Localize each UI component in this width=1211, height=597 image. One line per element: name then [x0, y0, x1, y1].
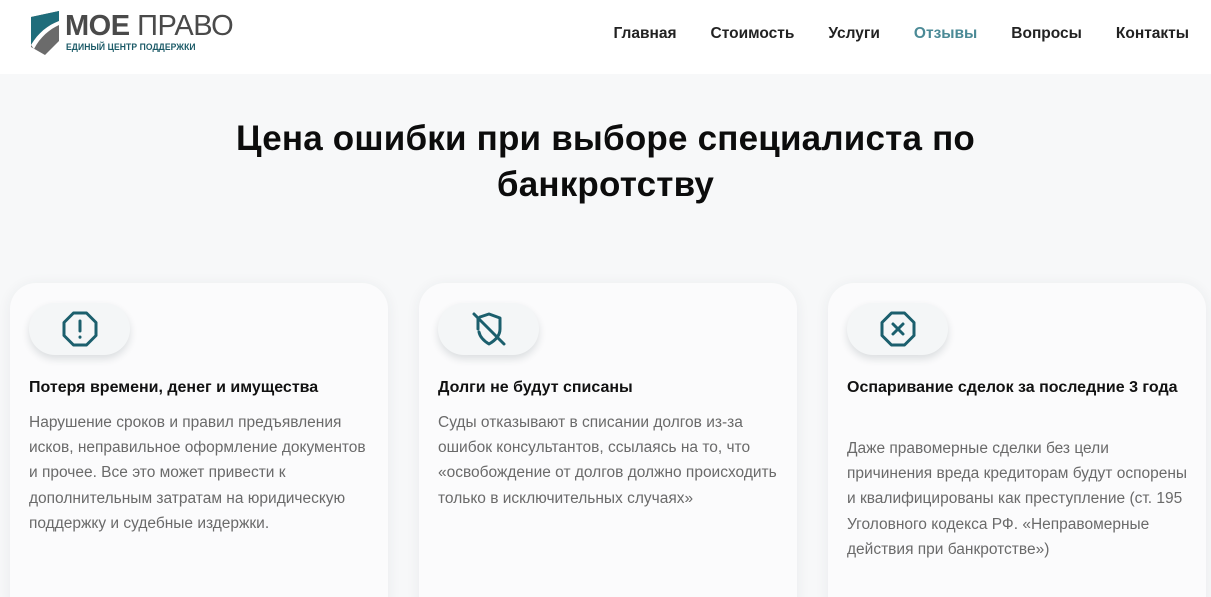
card-text: Даже правомерные сделки без цели причине…: [847, 440, 1188, 558]
card-text: Суды отказывают в списании долгов из-за …: [438, 414, 777, 507]
section-title: Цена ошибки при выборе специалиста по ба…: [0, 116, 1211, 208]
nav-item-faq[interactable]: Вопросы: [977, 24, 1082, 44]
logo-title: МОЕ ПРАВО: [65, 10, 234, 42]
nav-item-pricing[interactable]: Стоимость: [677, 24, 795, 44]
risk-card-time-money: Потеря времени, денег и имущества Наруше…: [10, 283, 388, 597]
card-icon-badge: [29, 303, 130, 355]
card-title: Потеря времени, денег и имущества: [29, 379, 319, 396]
nav-item-services[interactable]: Услуги: [794, 24, 880, 44]
card-icon-badge: [847, 303, 948, 355]
main-nav: Главная Стоимость Услуги Отзывы Вопросы …: [579, 24, 1189, 44]
nav-item-home[interactable]: Главная: [579, 24, 676, 44]
nav-item-contacts[interactable]: Контакты: [1082, 24, 1189, 44]
card-icon-badge: [438, 303, 539, 355]
logo-shield-icon: [31, 11, 59, 55]
nav-item-reviews[interactable]: Отзывы: [880, 24, 977, 44]
card-text: Нарушение сроков и правил предъявления и…: [29, 414, 366, 532]
alert-octagon-icon: [62, 311, 97, 347]
section-title-line-2: банкротству: [496, 165, 715, 204]
site-header: МОЕ ПРАВО ЕДИНЫЙ ЦЕНТР ПОДДЕРЖКИ Главная…: [0, 0, 1211, 74]
site-logo[interactable]: МОЕ ПРАВО ЕДИНЫЙ ЦЕНТР ПОДДЕРЖКИ: [30, 11, 240, 57]
section-title-line-1: Цена ошибки при выборе специалиста по: [236, 119, 975, 158]
logo-subtitle: ЕДИНЫЙ ЦЕНТР ПОДДЕРЖКИ: [66, 42, 196, 53]
risk-card-deals-challenged: Оспаривание сделок за последние 3 года Д…: [828, 283, 1206, 597]
card-title: Оспаривание сделок за последние 3 года: [847, 379, 1178, 396]
risk-card-debts-not-written-off: Долги не будут списаны Суды отказывают в…: [419, 283, 797, 597]
x-octagon-icon: [880, 311, 915, 347]
shield-off-icon: [472, 312, 505, 346]
card-title: Долги не будут списаны: [438, 379, 633, 396]
